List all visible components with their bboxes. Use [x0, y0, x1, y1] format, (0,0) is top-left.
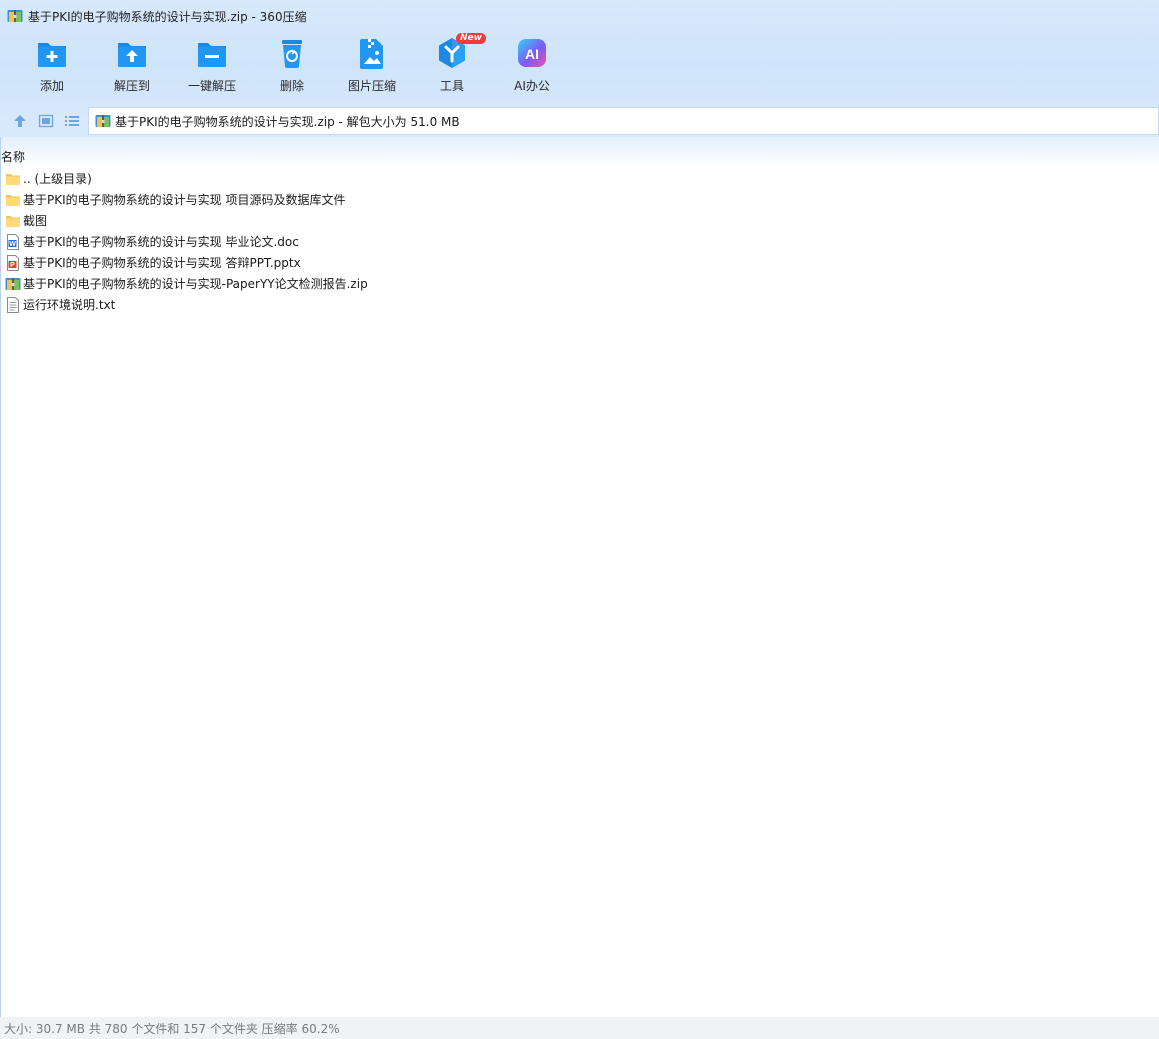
folder-icon [6, 173, 20, 185]
address-bar[interactable]: 基于PKI的电子购物系统的设计与实现.zip - 解包大小为 51.0 MB [88, 107, 1159, 135]
up-arrow-icon[interactable] [12, 113, 28, 129]
extract-to-button-label: 解压到 [113, 79, 150, 93]
one-click-extract-icon [198, 43, 226, 67]
list-item-name: 运行环境说明.txt [23, 298, 116, 312]
list-item[interactable]: 基于PKI的电子购物系统的设计与实现 项目源码及数据库文件 [0, 189, 1159, 210]
svg-text:AI: AI [525, 46, 539, 62]
svg-text:W: W [9, 241, 16, 248]
image-compress-button-label: 图片压缩 [347, 79, 396, 93]
text-file-icon [7, 296, 19, 313]
list-item-name: 基于PKI的电子购物系统的设计与实现 答辩PPT.pptx [23, 256, 301, 270]
list-item-name: 基于PKI的电子购物系统的设计与实现-PaperYY论文检测报告.zip [23, 277, 368, 291]
list-item[interactable]: 截图 [0, 210, 1159, 231]
new-badge: New [456, 33, 486, 44]
ai-office-icon: AI [518, 39, 546, 67]
toolbar: 添加 解压到 一键解压 删除 图片压缩 New 工具 AI AI办公 [12, 33, 572, 100]
zip-archive-icon [95, 115, 111, 127]
file-list: .. (上级目录) 基于PKI的电子购物系统的设计与实现 项目源码及数据库文件 … [0, 168, 1159, 315]
list-item-name: 基于PKI的电子购物系统的设计与实现 项目源码及数据库文件 [23, 193, 346, 207]
list-item-name: .. (上级目录) [23, 172, 92, 186]
add-button[interactable]: 添加 [12, 36, 92, 100]
header-area: 基于PKI的电子购物系统的设计与实现.zip - 360压缩 添加 解压到 一键… [0, 0, 1159, 106]
app-window: 基于PKI的电子购物系统的设计与实现.zip - 360压缩 添加 解压到 一键… [0, 0, 1159, 1039]
powerpoint-icon: P [7, 254, 19, 271]
view-icon[interactable] [38, 113, 54, 129]
image-compress-icon [360, 39, 383, 69]
zip-archive-icon [5, 277, 21, 290]
ai-office-button-label: AI办公 [514, 79, 550, 93]
folder-icon [6, 194, 20, 206]
address-text: 基于PKI的电子购物系统的设计与实现.zip - 解包大小为 51.0 MB [115, 114, 460, 129]
list-item[interactable]: .. (上级目录) [0, 168, 1159, 189]
delete-button[interactable]: 删除 [252, 36, 332, 100]
list-item[interactable]: W 基于PKI的电子购物系统的设计与实现 毕业论文.doc [0, 231, 1159, 252]
tools-button[interactable]: New 工具 [412, 33, 492, 100]
list-item[interactable]: 基于PKI的电子购物系统的设计与实现-PaperYY论文检测报告.zip [0, 273, 1159, 294]
list-item[interactable]: 运行环境说明.txt [0, 294, 1159, 315]
list-item-name: 截图 [23, 214, 48, 228]
recycle-bin-icon [282, 40, 302, 68]
tools-button-label: 工具 [439, 79, 464, 93]
image-compress-button[interactable]: 图片压缩 [332, 36, 412, 100]
extract-to-icon [118, 43, 146, 67]
window-title: 基于PKI的电子购物系统的设计与实现.zip - 360压缩 [28, 9, 307, 24]
column-header-name[interactable]: 名称 [1, 148, 25, 165]
delete-button-label: 删除 [279, 79, 304, 93]
status-text: 大小: 30.7 MB 共 780 个文件和 157 个文件夹 压缩率 60.2… [4, 1021, 340, 1036]
extract-to-button[interactable]: 解压到 [92, 36, 172, 100]
ai-office-button[interactable]: AI AI办公 [492, 36, 572, 100]
list-item[interactable]: P 基于PKI的电子购物系统的设计与实现 答辩PPT.pptx [0, 252, 1159, 273]
zip-archive-icon [7, 10, 23, 22]
status-bar: 大小: 30.7 MB 共 780 个文件和 157 个文件夹 压缩率 60.2… [0, 1017, 1159, 1039]
list-item-name: 基于PKI的电子购物系统的设计与实现 毕业论文.doc [23, 235, 299, 249]
one-click-extract-button[interactable]: 一键解压 [172, 36, 252, 100]
folder-icon [6, 215, 20, 227]
add-button-label: 添加 [39, 79, 64, 93]
add-folder-icon [38, 43, 66, 67]
one-click-extract-button-label: 一键解压 [187, 79, 236, 93]
title-bar: 基于PKI的电子购物系统的设计与实现.zip - 360压缩 [0, 0, 1159, 32]
svg-text:P: P [10, 262, 15, 269]
list-header-background [0, 137, 1159, 167]
list-view-icon[interactable] [64, 113, 80, 129]
word-document-icon: W [7, 233, 19, 250]
navigation-row: 基于PKI的电子购物系统的设计与实现.zip - 解包大小为 51.0 MB [0, 106, 1159, 137]
